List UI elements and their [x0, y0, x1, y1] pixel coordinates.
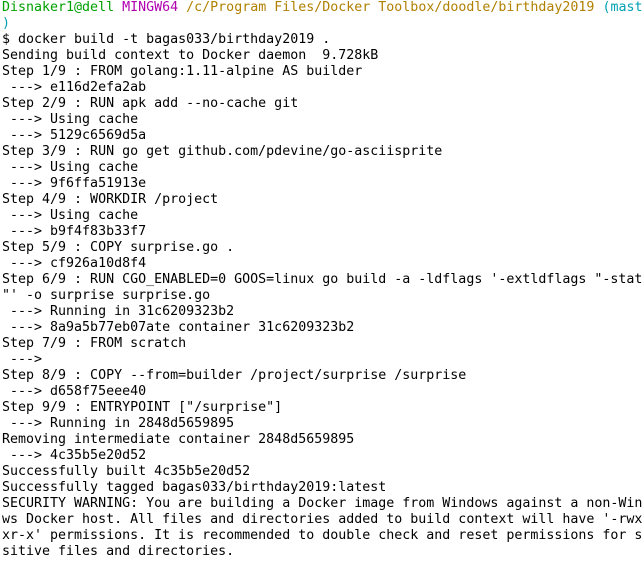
- output-line: ---> Running in 2848d5659895: [2, 416, 235, 431]
- output-line: ws Docker host. All files and directorie…: [2, 512, 643, 527]
- output-line: Step 7/9 : FROM scratch: [2, 336, 187, 351]
- output-line: Step 8/9 : COPY --from=builder /project/…: [2, 368, 467, 383]
- terminal-output: Disnaker1@dell MINGW64 /c/Program Files/…: [2, 0, 644, 560]
- output-line: xr-x' permissions. It is recommended to …: [2, 528, 643, 543]
- output-line: ---> cf926a10d8f4: [2, 256, 147, 271]
- output-line: ---> 4c35b5e20d52: [2, 448, 147, 463]
- output-line: Sending build context to Docker daemon 9…: [2, 48, 379, 63]
- prompt-branch: (mast: [602, 0, 643, 15]
- prompt-system: MINGW64: [122, 0, 179, 15]
- output-line: ---> e116d2efa2ab: [2, 80, 147, 95]
- output-line: --->: [2, 352, 43, 367]
- output-line: Successfully tagged bagas033/birthday201…: [2, 480, 387, 495]
- output-line: Step 3/9 : RUN go get github.com/pdevine…: [2, 144, 443, 159]
- output-line: ---> Using cache: [2, 160, 139, 175]
- output-line: Step 5/9 : COPY surprise.go .: [2, 240, 235, 255]
- output-line: ---> 5129c6569d5a: [2, 128, 147, 143]
- output-line: "' -o surprise surprise.go: [2, 288, 211, 303]
- output-line: Step 6/9 : RUN CGO_ENABLED=0 GOOS=linux …: [2, 272, 643, 287]
- output-line: ---> d658f75eee40: [2, 384, 147, 399]
- prompt-branch-close: ): [2, 16, 11, 31]
- output-line: ---> Using cache: [2, 112, 139, 127]
- command-line: $ docker build -t bagas033/birthday2019 …: [2, 32, 331, 47]
- output-line: Step 2/9 : RUN apk add --no-cache git: [2, 96, 299, 111]
- output-line: ---> 9f6ffa51913e: [2, 176, 147, 191]
- output-line: ---> Using cache: [2, 208, 139, 223]
- output-line: Removing intermediate container 2848d565…: [2, 432, 355, 447]
- prompt-cwd: /c/Program Files/Docker Toolbox/doodle/b…: [186, 0, 595, 15]
- terminal-window[interactable]: Disnaker1@dell MINGW64 /c/Program Files/…: [0, 0, 644, 574]
- prompt-line-wrap: ): [2, 16, 644, 32]
- output-line: Step 4/9 : WORKDIR /project: [2, 192, 219, 207]
- output-line: ---> Running in 31c6209323b2: [2, 304, 235, 319]
- output-line: sitive files and directories.: [2, 544, 235, 559]
- output-line: Step 1/9 : FROM golang:1.11-alpine AS bu…: [2, 64, 363, 79]
- output-line: Step 9/9 : ENTRYPOINT ["/surprise"]: [2, 400, 283, 415]
- output-line: SECURITY WARNING: You are building a Doc…: [2, 496, 643, 511]
- prompt-user-host: Disnaker1@dell: [2, 0, 115, 15]
- output-line: ---> 8a9a5b77eb07ate container 31c620932…: [2, 320, 355, 335]
- output-line: Successfully built 4c35b5e20d52: [2, 464, 251, 479]
- output-line: ---> b9f4f83b33f7: [2, 224, 147, 239]
- prompt-line: Disnaker1@dell MINGW64 /c/Program Files/…: [2, 0, 644, 16]
